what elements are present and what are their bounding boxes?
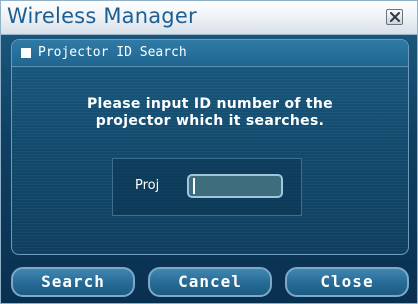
close-window-button[interactable] — [386, 9, 403, 25]
text-caret — [193, 178, 195, 194]
proj-label: Proj — [135, 178, 160, 193]
instruction-message: Please input ID number of the projector … — [12, 96, 408, 130]
projector-id-input[interactable] — [187, 174, 283, 198]
instruction-line-2: projector which it searches. — [95, 113, 325, 129]
panel-header: Projector ID Search — [12, 40, 408, 67]
panel-title: Projector ID Search — [38, 45, 187, 60]
instruction-line-1: Please input ID number of the — [87, 96, 333, 112]
window-title: Wireless Manager — [7, 4, 197, 28]
projector-id-group: Proj — [112, 158, 302, 216]
white-square-icon — [21, 48, 31, 58]
projector-id-search-panel: Projector ID Search Please input ID numb… — [11, 39, 409, 255]
wireless-manager-window: Wireless Manager Projector ID Search Ple… — [0, 0, 418, 304]
cancel-button[interactable]: Cancel — [148, 267, 272, 297]
title-bar[interactable]: Wireless Manager — [1, 1, 417, 35]
search-button[interactable]: Search — [11, 267, 135, 297]
close-icon — [389, 12, 400, 22]
close-button[interactable]: Close — [285, 267, 409, 297]
